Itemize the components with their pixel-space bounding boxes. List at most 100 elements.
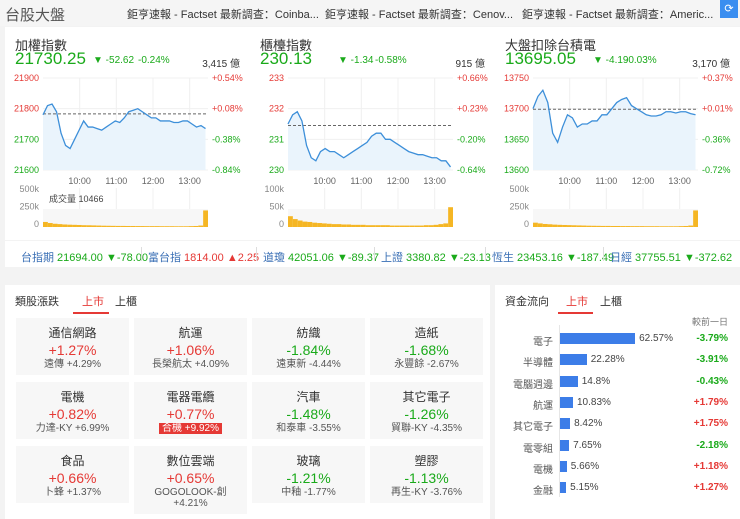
leading-stock[interactable]: 再生-KY -3.76% [391, 487, 462, 498]
volume-bar [605, 225, 611, 227]
flow-bar [560, 396, 573, 408]
tab-otc[interactable]: 上櫃 [600, 293, 622, 309]
fund-flow-panel: 資金流向 上市 上櫃 較前一日 電子 62.57% -3.79% 半導體 22.28% -… [495, 285, 740, 519]
sector-name: 造紙 [414, 326, 439, 340]
sector-tile[interactable]: 電機 +0.82% 力達-KY +6.99% [16, 382, 129, 439]
volume-bar [385, 225, 390, 227]
index-card[interactable]: 櫃檯指數 230.13 ▼ -1.34 -0.58% 915 億 10:00 11… [250, 27, 490, 240]
intraday-chart[interactable]: 10:00 11:00 12:00 13:00 21900 +0.54% 21800 +0.0… [5, 71, 245, 236]
volume-bar [307, 221, 313, 227]
sector-tile[interactable]: 電器電纜 +0.77% 合機 +9.92% [134, 382, 247, 439]
tab-otc[interactable]: 上櫃 [115, 293, 137, 309]
news-link[interactable]: 鉅亨速報 - Factset 最新調查：Americ... [522, 6, 713, 22]
ticker-item[interactable]: 台指期 21694.00 ▼-78.00 [21, 249, 148, 265]
y-tick-label: 231 [269, 134, 284, 144]
volume-bar [673, 226, 679, 227]
flow-row[interactable]: 航運 10.83% +1.79% [495, 394, 740, 412]
leading-stock[interactable]: 中釉 -1.77% [281, 487, 335, 498]
volume-bar [688, 225, 694, 227]
flow-title: 資金流向 [505, 296, 549, 308]
ticker-item[interactable]: 日經 37755.51 ▼-372.62 [610, 249, 732, 265]
flow-delta: -2.18% [696, 439, 728, 451]
leading-stock[interactable]: 遠東新 -4.44% [276, 359, 340, 370]
leading-stock[interactable]: 貿聯-KY -4.35% [391, 423, 462, 434]
sector-tile[interactable]: 通信網路 +1.27% 遠傳 +4.29% [16, 318, 129, 375]
ticker-item[interactable]: 道瓊 42051.06 ▼-89.37 [263, 249, 379, 265]
ticker-label: 恆生 [492, 252, 514, 264]
flow-share: 7.65% [573, 439, 602, 451]
volume-bar [693, 210, 698, 227]
pct-tick-label: -0.64% [457, 165, 486, 175]
volume-bar [678, 226, 684, 227]
ticker-item[interactable]: 富台指 1814.00 ▲2.25 [148, 249, 259, 265]
ticker-value: 1814.00 [184, 252, 224, 264]
pct-tick-label: +0.66% [457, 73, 488, 83]
sector-tile[interactable]: 數位雲端 +0.65% GOGOLOOK-創 +4.21% [134, 446, 247, 514]
volume-bar [668, 226, 674, 227]
flow-row[interactable]: 電零組 7.65% -2.18% [495, 437, 740, 455]
flow-bar [560, 418, 571, 430]
sector-tile[interactable]: 食品 +0.66% 卜蜂 +1.37% [16, 446, 129, 503]
leading-stock[interactable]: 卜蜂 +1.37% [44, 487, 101, 498]
volume-bar [154, 226, 160, 227]
news-link[interactable]: 鉅亨速報 - Factset 最新調查：Cenov... [325, 6, 513, 22]
leading-stock[interactable]: 力達-KY +6.99% [36, 423, 109, 434]
volume-bar [355, 224, 361, 227]
sector-tile[interactable]: 汽車 -1.48% 和泰車 -3.55% [252, 382, 365, 439]
flow-share: 14.8% [581, 375, 611, 387]
sector-name: 航運 [178, 326, 203, 340]
ticker-label: 台指期 [21, 252, 54, 264]
news-link[interactable]: 鉅亨速報 - Factset 最新調查：Coinba... [127, 6, 319, 22]
volume-tick-label: 100k [264, 184, 284, 194]
sector-pct: +1.27% [48, 342, 97, 358]
volume-bar [183, 226, 189, 227]
flow-row[interactable]: 電機 5.66% +1.18% [495, 458, 740, 476]
sector-tile[interactable]: 塑膠 -1.13% 再生-KY -3.76% [370, 446, 483, 503]
volume-bar [72, 224, 77, 227]
refresh-icon[interactable]: ⟳ [720, 0, 738, 18]
sector-tile[interactable]: 其它電子 -1.26% 貿聯-KY -4.35% [370, 382, 483, 439]
volume-bar [203, 210, 208, 227]
ticker-item[interactable]: 上證 3380.82 ▼-23.13 [381, 249, 491, 265]
sector-tile[interactable]: 造紙 -1.68% 永豐餘 -2.67% [370, 318, 483, 375]
volume-bar [586, 225, 592, 227]
intraday-chart[interactable]: 10:00 11:00 12:00 13:00 233 +0.66% 232 +0.23% 23… [250, 71, 490, 236]
leading-stock[interactable]: 合機 +9.92% [159, 423, 222, 434]
intraday-chart[interactable]: 10:00 11:00 12:00 13:00 13750 +0.37% 13700 +0.0… [495, 71, 735, 236]
sector-tile[interactable]: 紡織 -1.84% 遠東新 -4.44% [252, 318, 365, 375]
leading-stock[interactable]: 長榮航太 +4.09% [152, 359, 229, 370]
ticker-change: ▼-187.49 [565, 252, 615, 264]
leading-stock[interactable]: GOGOLOOK-創 +4.21% [154, 487, 226, 509]
flow-row[interactable]: 電腦週邊 14.8% -0.43% [495, 373, 740, 391]
flow-bar [560, 439, 570, 451]
volume-bar [321, 223, 327, 227]
flow-row[interactable]: 其它電子 8.42% +1.75% [495, 415, 740, 433]
sector-tile[interactable]: 航運 +1.06% 長榮航太 +4.09% [134, 318, 247, 375]
volume-bar [625, 226, 631, 227]
volume-bar [164, 226, 170, 227]
sector-name: 通信網路 [48, 326, 97, 340]
index-pct: -0.03% [625, 55, 657, 66]
index-card[interactable]: 大盤扣除台積電 13695.05 ▼ -4.19 -0.03% 3,170 億 … [495, 27, 735, 240]
sector-tile[interactable]: 玻璃 -1.21% 中釉 -1.77% [252, 446, 365, 503]
leading-stock[interactable]: 和泰車 -3.55% [276, 423, 340, 434]
volume-bar [188, 226, 194, 227]
tab-listed[interactable]: 上市 [82, 293, 104, 309]
y-tick-label: 21900 [14, 73, 39, 83]
leading-stock[interactable]: 永豐餘 -2.67% [394, 359, 458, 370]
flow-row[interactable]: 半導體 22.28% -3.91% [495, 351, 740, 369]
volume-bar [365, 225, 371, 227]
tab-listed[interactable]: 上市 [566, 293, 588, 309]
volume-bar [351, 224, 356, 227]
divider [374, 247, 375, 261]
y-tick-label: 232 [269, 104, 284, 114]
sector-name: 紡織 [296, 326, 321, 340]
volume-bar [297, 220, 303, 227]
ticker-item[interactable]: 恆生 23453.16 ▼-187.49 [492, 249, 614, 265]
index-card[interactable]: 加權指數 21730.25 ▼ -52.62 -0.24% 3,415 億 10… [5, 27, 245, 240]
flow-row[interactable]: 金融 5.15% +1.27% [495, 479, 740, 497]
flow-row[interactable]: 電子 62.57% -3.79% [495, 330, 740, 348]
index-volume: 3,415 億 [202, 59, 240, 70]
market-ticker: 台指期 21694.00 ▼-78.00 富台指 1814.00 ▲2.25 道瓊 420… [5, 241, 740, 267]
leading-stock[interactable]: 遠傳 +4.29% [44, 359, 101, 370]
